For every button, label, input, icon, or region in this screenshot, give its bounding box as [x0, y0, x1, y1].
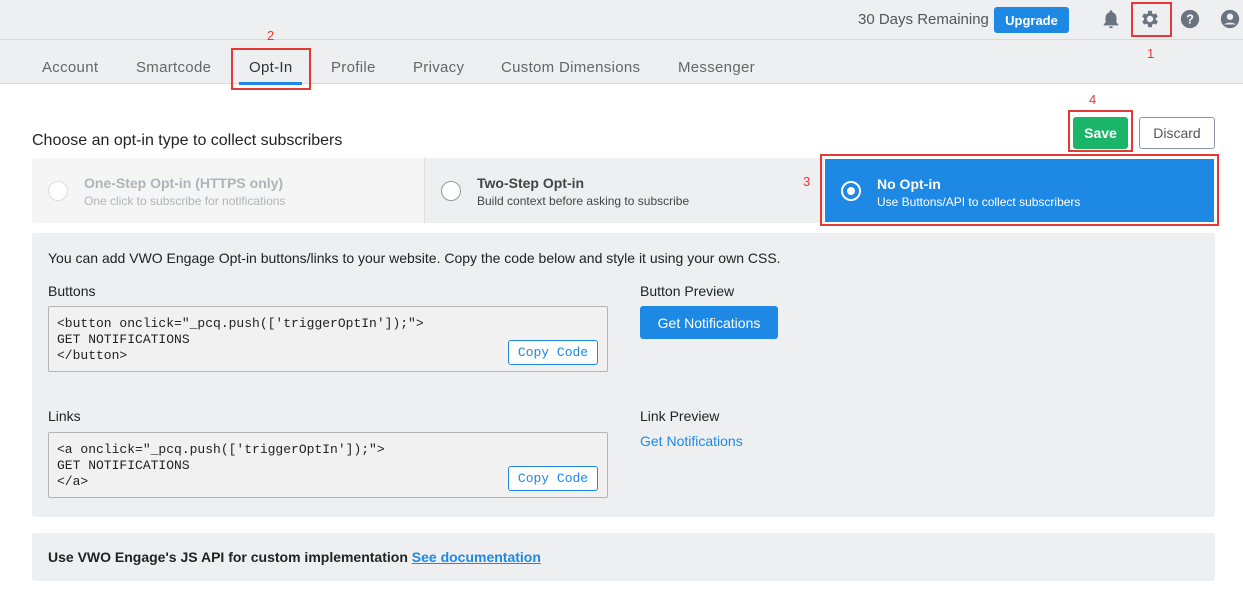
- get-notifications-button-preview[interactable]: Get Notifications: [640, 306, 778, 339]
- svg-text:?: ?: [1186, 12, 1194, 27]
- tab-custom-dimensions[interactable]: Custom Dimensions: [501, 59, 640, 76]
- annotation-box-1: [1131, 2, 1172, 37]
- option-one-step-opt-in: One-Step Opt-in (HTTPS only) One click t…: [32, 158, 424, 223]
- see-documentation-link[interactable]: See documentation: [412, 549, 541, 565]
- radio-no-opt-in-selected[interactable]: [841, 181, 861, 201]
- tab-privacy[interactable]: Privacy: [413, 59, 464, 76]
- page-heading: Choose an opt-in type to collect subscri…: [32, 132, 343, 149]
- help-icon[interactable]: ?: [1179, 8, 1201, 30]
- tab-messenger[interactable]: Messenger: [678, 59, 755, 76]
- links-code: <a onclick="_pcq.push(['triggerOptIn']);…: [57, 442, 385, 489]
- panel-intro: You can add VWO Engage Opt-in buttons/li…: [48, 250, 781, 266]
- settings-tabs: Account Smartcode Opt-In Profile Privacy…: [0, 40, 1243, 90]
- api-text: Use VWO Engage's JS API for custom imple…: [48, 549, 412, 565]
- opt-in-code-panel: You can add VWO Engage Opt-in buttons/li…: [32, 233, 1215, 517]
- option-title: Two-Step Opt-in: [477, 175, 585, 191]
- tab-smartcode[interactable]: Smartcode: [136, 59, 211, 76]
- link-preview-label: Link Preview: [640, 408, 720, 424]
- links-code-textarea[interactable]: <a onclick="_pcq.push(['triggerOptIn']);…: [48, 432, 608, 498]
- js-api-banner: Use VWO Engage's JS API for custom imple…: [32, 533, 1215, 581]
- get-notifications-link-preview[interactable]: Get Notifications: [640, 433, 743, 449]
- buttons-label: Buttons: [48, 283, 96, 299]
- user-icon[interactable]: [1219, 8, 1241, 30]
- bell-icon[interactable]: [1100, 8, 1122, 30]
- days-remaining: 30 Days Remaining: [858, 11, 989, 28]
- buttons-code-textarea[interactable]: <button onclick="_pcq.push(['triggerOptI…: [48, 306, 608, 372]
- radio-one-step: [48, 181, 68, 201]
- button-preview-label: Button Preview: [640, 283, 735, 299]
- annotation-3: 3: [803, 174, 811, 189]
- option-no-opt-in[interactable]: No Opt-in Use Buttons/API to collect sub…: [825, 159, 1214, 222]
- option-subtitle: Build context before asking to subscribe: [477, 194, 690, 208]
- upgrade-button[interactable]: Upgrade: [994, 7, 1069, 33]
- copy-code-button[interactable]: Copy Code: [508, 466, 598, 491]
- buttons-code: <button onclick="_pcq.push(['triggerOptI…: [57, 316, 424, 363]
- option-subtitle: One click to subscribe for notifications: [84, 194, 286, 208]
- annotation-4: 4: [1089, 92, 1097, 107]
- tab-account[interactable]: Account: [42, 59, 98, 76]
- copy-code-button[interactable]: Copy Code: [508, 340, 598, 365]
- option-title: No Opt-in: [877, 176, 941, 192]
- tab-profile[interactable]: Profile: [331, 59, 376, 76]
- option-two-step-opt-in[interactable]: Two-Step Opt-in Build context before ask…: [424, 158, 824, 223]
- top-bar: 30 Days Remaining Upgrade ?: [0, 0, 1243, 40]
- annotation-2: 2: [267, 28, 275, 43]
- annotation-box-2: [231, 48, 311, 90]
- annotation-1: 1: [1147, 46, 1155, 61]
- discard-button[interactable]: Discard: [1139, 117, 1215, 149]
- option-title: One-Step Opt-in (HTTPS only): [84, 175, 284, 191]
- option-subtitle: Use Buttons/API to collect subscribers: [877, 195, 1081, 209]
- links-label: Links: [48, 408, 81, 424]
- radio-two-step[interactable]: [441, 181, 461, 201]
- save-button[interactable]: Save: [1073, 117, 1128, 149]
